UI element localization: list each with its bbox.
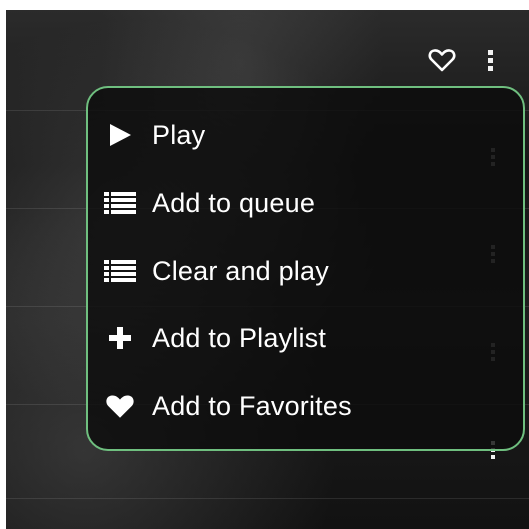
row-separator xyxy=(6,498,529,499)
menu-item-add-to-queue[interactable]: Add to queue xyxy=(104,183,504,223)
menu-item-label: Clear and play xyxy=(152,255,329,286)
heart-icon xyxy=(104,392,136,420)
menu-item-clear-and-play[interactable]: Clear and play xyxy=(104,251,504,291)
queue-list-icon xyxy=(104,189,136,217)
menu-item-label: Add to Favorites xyxy=(152,390,352,421)
menu-item-label: Add to queue xyxy=(152,187,316,218)
queue-list-icon xyxy=(104,257,136,285)
menu-item-label: Add to Playlist xyxy=(152,322,327,353)
context-menu: Play Add to queue Clear and play Add to … xyxy=(86,86,525,451)
menu-item-play[interactable]: Play xyxy=(104,115,504,155)
plus-icon xyxy=(104,324,136,352)
play-icon xyxy=(104,121,136,149)
menu-item-add-to-favorites[interactable]: Add to Favorites xyxy=(104,386,504,426)
menu-item-add-to-playlist[interactable]: Add to Playlist xyxy=(104,318,504,358)
heart-outline-icon[interactable] xyxy=(428,48,456,72)
menu-item-label: Play xyxy=(152,119,206,150)
more-options-icon[interactable] xyxy=(486,50,494,72)
